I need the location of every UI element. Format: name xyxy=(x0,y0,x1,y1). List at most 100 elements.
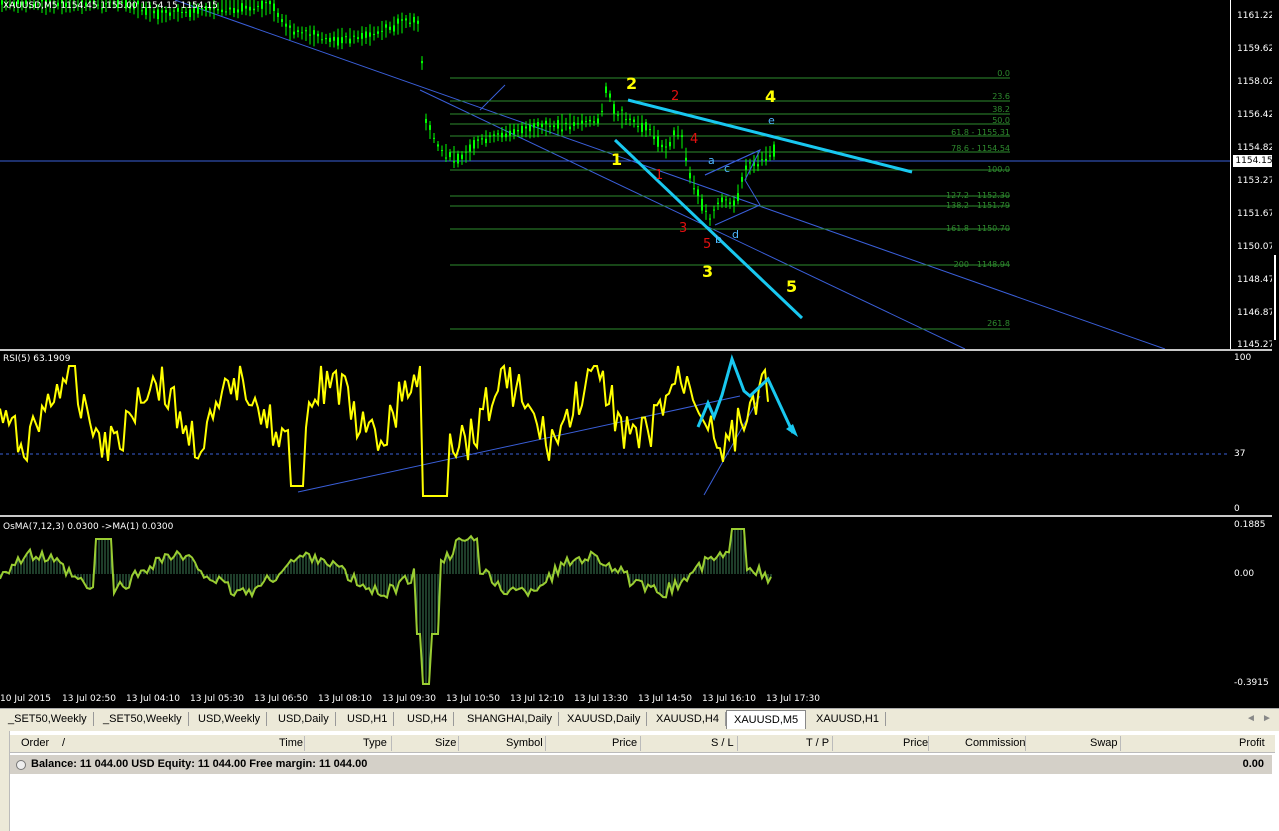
fib-label-78-6: 78.6 - 1154.54 xyxy=(951,144,1010,153)
col-tp[interactable]: T / P xyxy=(806,737,829,749)
candle-body xyxy=(417,20,419,24)
col-divider xyxy=(832,736,833,751)
price-label: 1154.82 xyxy=(1237,143,1275,153)
candle-body xyxy=(269,1,271,5)
candle-body xyxy=(685,157,687,161)
candle-body xyxy=(757,164,759,167)
col-sl[interactable]: S / L xyxy=(711,737,734,749)
candle-body xyxy=(693,188,695,190)
tab-set50-weekly-1[interactable]: _SET50,Weekly xyxy=(2,712,94,726)
tab-usd-weekly[interactable]: USD,Weekly xyxy=(192,712,268,726)
terminal-sidebar[interactable] xyxy=(0,731,10,831)
col-close-price[interactable]: Price xyxy=(903,737,928,749)
price-label: 1156.42 xyxy=(1237,110,1275,120)
col-divider xyxy=(928,736,929,751)
candle-body xyxy=(401,19,403,21)
candle-body xyxy=(745,165,747,170)
tab-xauusd-daily[interactable]: XAUUSD,Daily xyxy=(561,712,648,726)
candlesticks xyxy=(1,0,775,226)
tab-xauusd-h4[interactable]: XAUUSD,H4 xyxy=(650,712,726,726)
col-time[interactable]: Time xyxy=(279,737,303,749)
candle-body xyxy=(677,135,679,137)
rsi-canvas[interactable] xyxy=(0,351,1230,515)
col-swap[interactable]: Swap xyxy=(1090,737,1118,749)
small-trend-line xyxy=(479,84,506,111)
osma-pane[interactable]: OsMA(7,12,3) 0.0300 ->MA(1) 0.0300 xyxy=(0,517,1230,691)
candle-body xyxy=(673,130,675,136)
col-symbol[interactable]: Symbol xyxy=(506,737,543,749)
candle-body xyxy=(713,209,715,211)
candle-body xyxy=(301,32,303,34)
candle-body xyxy=(489,135,491,137)
tab-usd-h4[interactable]: USD,H4 xyxy=(401,712,455,726)
candle-body xyxy=(593,121,595,123)
wave-label-yellow-4: 4 xyxy=(765,87,777,106)
col-size[interactable]: Size xyxy=(435,737,456,749)
price-chart-pane[interactable]: XAUUSD,M5 1154.45 1155.00 1154.15 1154.1… xyxy=(0,0,1230,349)
scroll-thumb[interactable] xyxy=(1274,255,1276,340)
candle-body xyxy=(277,12,279,17)
tab-usd-h1[interactable]: USD,H1 xyxy=(341,712,395,726)
tab-shanghai-daily[interactable]: SHANGHAI,Daily xyxy=(461,712,559,726)
candle-body xyxy=(557,120,559,129)
col-price[interactable]: Price xyxy=(612,737,637,749)
candle-body xyxy=(221,9,223,12)
candle-body xyxy=(425,118,427,123)
tab-usd-daily[interactable]: USD,Daily xyxy=(272,712,336,726)
col-sort-indicator[interactable]: / xyxy=(62,737,65,749)
rsi-pane[interactable]: RSI(5) 63.1909 xyxy=(0,351,1230,515)
fib-label-50: 50.0 xyxy=(992,116,1010,125)
candle-body xyxy=(725,199,727,201)
candle-body xyxy=(589,119,591,122)
time-label: 13 Jul 04:10 xyxy=(126,694,180,704)
candle-body xyxy=(641,122,643,132)
candle-body xyxy=(353,35,355,37)
chart-symbol-title: XAUUSD,M5 1154.45 1155.00 1154.15 1154.1… xyxy=(3,1,218,11)
tab-scroll-left-icon[interactable]: ◄ xyxy=(1246,713,1256,724)
candle-body xyxy=(469,144,471,152)
candle-body xyxy=(509,130,511,136)
balance-row[interactable]: Balance: 11 044.00 USD Equity: 11 044.00… xyxy=(10,755,1272,774)
total-profit: 0.00 xyxy=(1242,758,1264,770)
price-label: 1161.22 xyxy=(1237,11,1275,21)
candle-body xyxy=(477,139,479,141)
fib-label-200: 200 - 1148.94 xyxy=(953,260,1010,269)
candle-body xyxy=(441,150,443,152)
candle-body xyxy=(665,146,667,148)
rsi-arrow-head xyxy=(786,424,798,437)
osma-canvas[interactable] xyxy=(0,517,1230,691)
tab-xauusd-m5[interactable]: XAUUSD,M5 xyxy=(726,710,807,729)
candle-body xyxy=(385,24,387,28)
candle-body xyxy=(373,33,375,35)
candle-body xyxy=(625,119,627,121)
terminal-panel: Order / Time Type Size Symbol Price S / … xyxy=(0,731,1279,831)
col-type[interactable]: Type xyxy=(363,737,387,749)
osma-histogram xyxy=(0,529,772,684)
candle-body xyxy=(393,25,395,32)
tab-scroll-right-icon[interactable]: ► xyxy=(1262,713,1272,724)
rsi-trend-line-1 xyxy=(297,395,741,493)
candle-body xyxy=(661,144,663,148)
candle-body xyxy=(657,136,659,147)
candle-body xyxy=(361,32,363,39)
osma-level-label: 0.1885 xyxy=(1234,520,1266,530)
vertical-scrollbar[interactable] xyxy=(1272,0,1279,707)
tab-xauusd-h1[interactable]: XAUUSD,H1 xyxy=(810,712,886,726)
fib-label-61-8: 61.8 - 1155.31 xyxy=(951,128,1010,137)
price-chart-canvas[interactable] xyxy=(0,0,1230,349)
time-label: 13 Jul 17:30 xyxy=(766,694,820,704)
col-commission[interactable]: Commission xyxy=(965,737,1026,749)
wave-label-blue-d: d xyxy=(732,228,739,241)
candle-body xyxy=(365,31,367,38)
col-order[interactable]: Order xyxy=(21,737,49,749)
candle-body xyxy=(337,37,339,46)
candle-body xyxy=(413,16,415,23)
candle-body xyxy=(429,125,431,130)
candle-body xyxy=(445,157,447,159)
col-profit[interactable]: Profit xyxy=(1239,737,1265,749)
candle-body xyxy=(273,3,275,12)
candle-body xyxy=(409,22,411,24)
candle-body xyxy=(461,154,463,159)
tab-set50-weekly-2[interactable]: _SET50,Weekly xyxy=(97,712,189,726)
time-label: 13 Jul 02:50 xyxy=(62,694,116,704)
